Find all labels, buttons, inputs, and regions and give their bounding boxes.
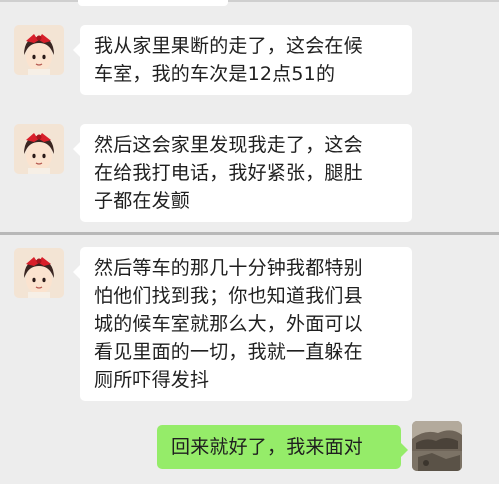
screenshot-seam xyxy=(0,232,499,235)
photo-avatar-icon xyxy=(412,421,462,471)
message-bubble[interactable]: 然后这会家里发现我走了，这会 在给我打电话，我好紧张，腿肚 子都在发颤 xyxy=(73,124,412,222)
message-text-line: 子都在发颤 xyxy=(94,190,191,212)
my-message-bubble[interactable]: 回来就好了，我来面对 xyxy=(157,425,408,469)
message-text-line: 看见里面的一切，我就一直躲在 xyxy=(94,341,363,363)
anime-girl-red-bow-avatar-icon xyxy=(14,248,64,298)
avatar[interactable] xyxy=(14,124,64,174)
my-avatar[interactable] xyxy=(412,421,462,471)
message-text-line: 我从家里果断的走了，这会在候 xyxy=(94,35,363,57)
message-text-line: 在给我打电话，我好紧张，腿肚 xyxy=(94,162,363,184)
message-text-line: 然后等车的那几十分钟我都特别 xyxy=(94,257,363,279)
screenshot-seam-top xyxy=(0,0,499,2)
avatar[interactable] xyxy=(14,25,64,75)
anime-girl-red-bow-avatar-icon xyxy=(14,25,64,75)
message-text-line: 怕他们找到我；你也知道我们县 xyxy=(94,285,363,307)
message-bubble[interactable]: 我从家里果断的走了，这会在候 车室，我的车次是12点51的 xyxy=(73,25,412,95)
message-text-line: 然后这会家里发现我走了，这会 xyxy=(94,134,363,156)
message-text-line: 厕所吓得发抖 xyxy=(94,369,210,391)
message-text-line: 回来就好了，我来面对 xyxy=(171,436,364,458)
message-text-line: 车室，我的车次是12点51的 xyxy=(94,63,336,85)
message-text-line: 城的候车室就那么大，外面可以 xyxy=(94,313,363,335)
message-bubble[interactable]: 然后等车的那几十分钟我都特别 怕他们找到我；你也知道我们县 城的候车室就那么大，… xyxy=(73,247,412,401)
avatar[interactable] xyxy=(14,248,64,298)
partial-message-bubble xyxy=(78,0,228,6)
anime-girl-red-bow-avatar-icon xyxy=(14,124,64,174)
